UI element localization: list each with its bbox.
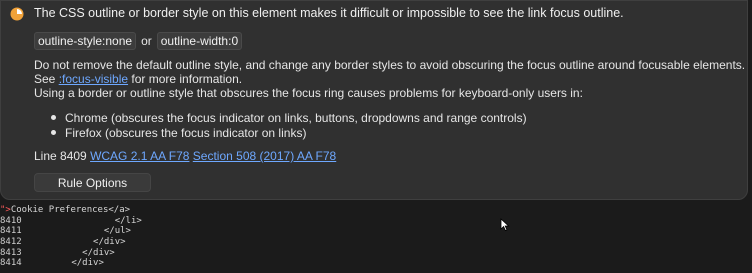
wcag-link[interactable]: WCAG 2.1 AA F78 (90, 149, 189, 163)
see-prefix: See (34, 72, 59, 86)
code-text: </div> (28, 258, 104, 269)
code-chip-outline-width: outline-width:0 (156, 32, 243, 50)
bullet-dot (51, 115, 56, 120)
code-marker: "> (0, 205, 11, 215)
section508-link[interactable]: Section 508 (2017) AA F78 (193, 149, 336, 163)
code-line: 8410 </li> (0, 216, 752, 227)
warning-icon (10, 7, 24, 21)
browser-list: Chrome (obscures the focus indicator on … (51, 110, 527, 140)
code-line: 8412 </div> (0, 237, 752, 248)
source-code-view: "> Cookie Preferences</a> 8410 </li> 8411… (0, 205, 752, 269)
code-text: </ul> (28, 226, 131, 237)
browser-firefox: Firefox (obscures the focus indicator on… (65, 125, 307, 140)
or-text: or (141, 34, 152, 48)
bullet-dot (51, 130, 56, 135)
see-more-text: See :focus-visible for more information. (34, 72, 242, 86)
mouse-cursor-icon (500, 218, 510, 232)
references-row: Line 8409 WCAG 2.1 AA F78 Section 508 (2… (34, 149, 336, 163)
see-suffix: for more information. (128, 72, 243, 86)
code-line: 8414 </div> (0, 258, 752, 269)
code-text: </div> (28, 237, 126, 248)
code-text: </li> (28, 215, 142, 226)
code-line: 8413 </div> (0, 248, 752, 259)
issue-heading: The CSS outline or border style on this … (34, 6, 624, 20)
code-line: "> Cookie Preferences</a> (0, 205, 752, 216)
issue-popover: The CSS outline or border style on this … (0, 0, 748, 200)
problem-text: Using a border or outline style that obs… (34, 86, 583, 100)
code-text: </div> (28, 247, 115, 258)
browser-chrome: Chrome (obscures the focus indicator on … (65, 110, 527, 125)
line-number: 8413 (0, 247, 22, 258)
list-item: Chrome (obscures the focus indicator on … (51, 110, 527, 125)
rule-options-button[interactable]: Rule Options (34, 173, 151, 192)
code-text: Cookie Preferences</a> (10, 205, 131, 215)
line-number-label: Line 8409 (34, 149, 87, 163)
code-chips: outline-style:none or outline-width:0 (34, 32, 243, 50)
focus-visible-link[interactable]: :focus-visible (59, 72, 128, 86)
line-number: 8411 (0, 226, 22, 237)
code-chip-outline-style: outline-style:none (34, 32, 137, 50)
list-item: Firefox (obscures the focus indicator on… (51, 125, 527, 140)
code-line: 8411 </ul> (0, 226, 752, 237)
line-number: 8410 (0, 215, 22, 226)
line-number: 8412 (0, 237, 22, 248)
advice-text: Do not remove the default outline style,… (34, 58, 746, 72)
line-number: 8414 (0, 258, 22, 269)
